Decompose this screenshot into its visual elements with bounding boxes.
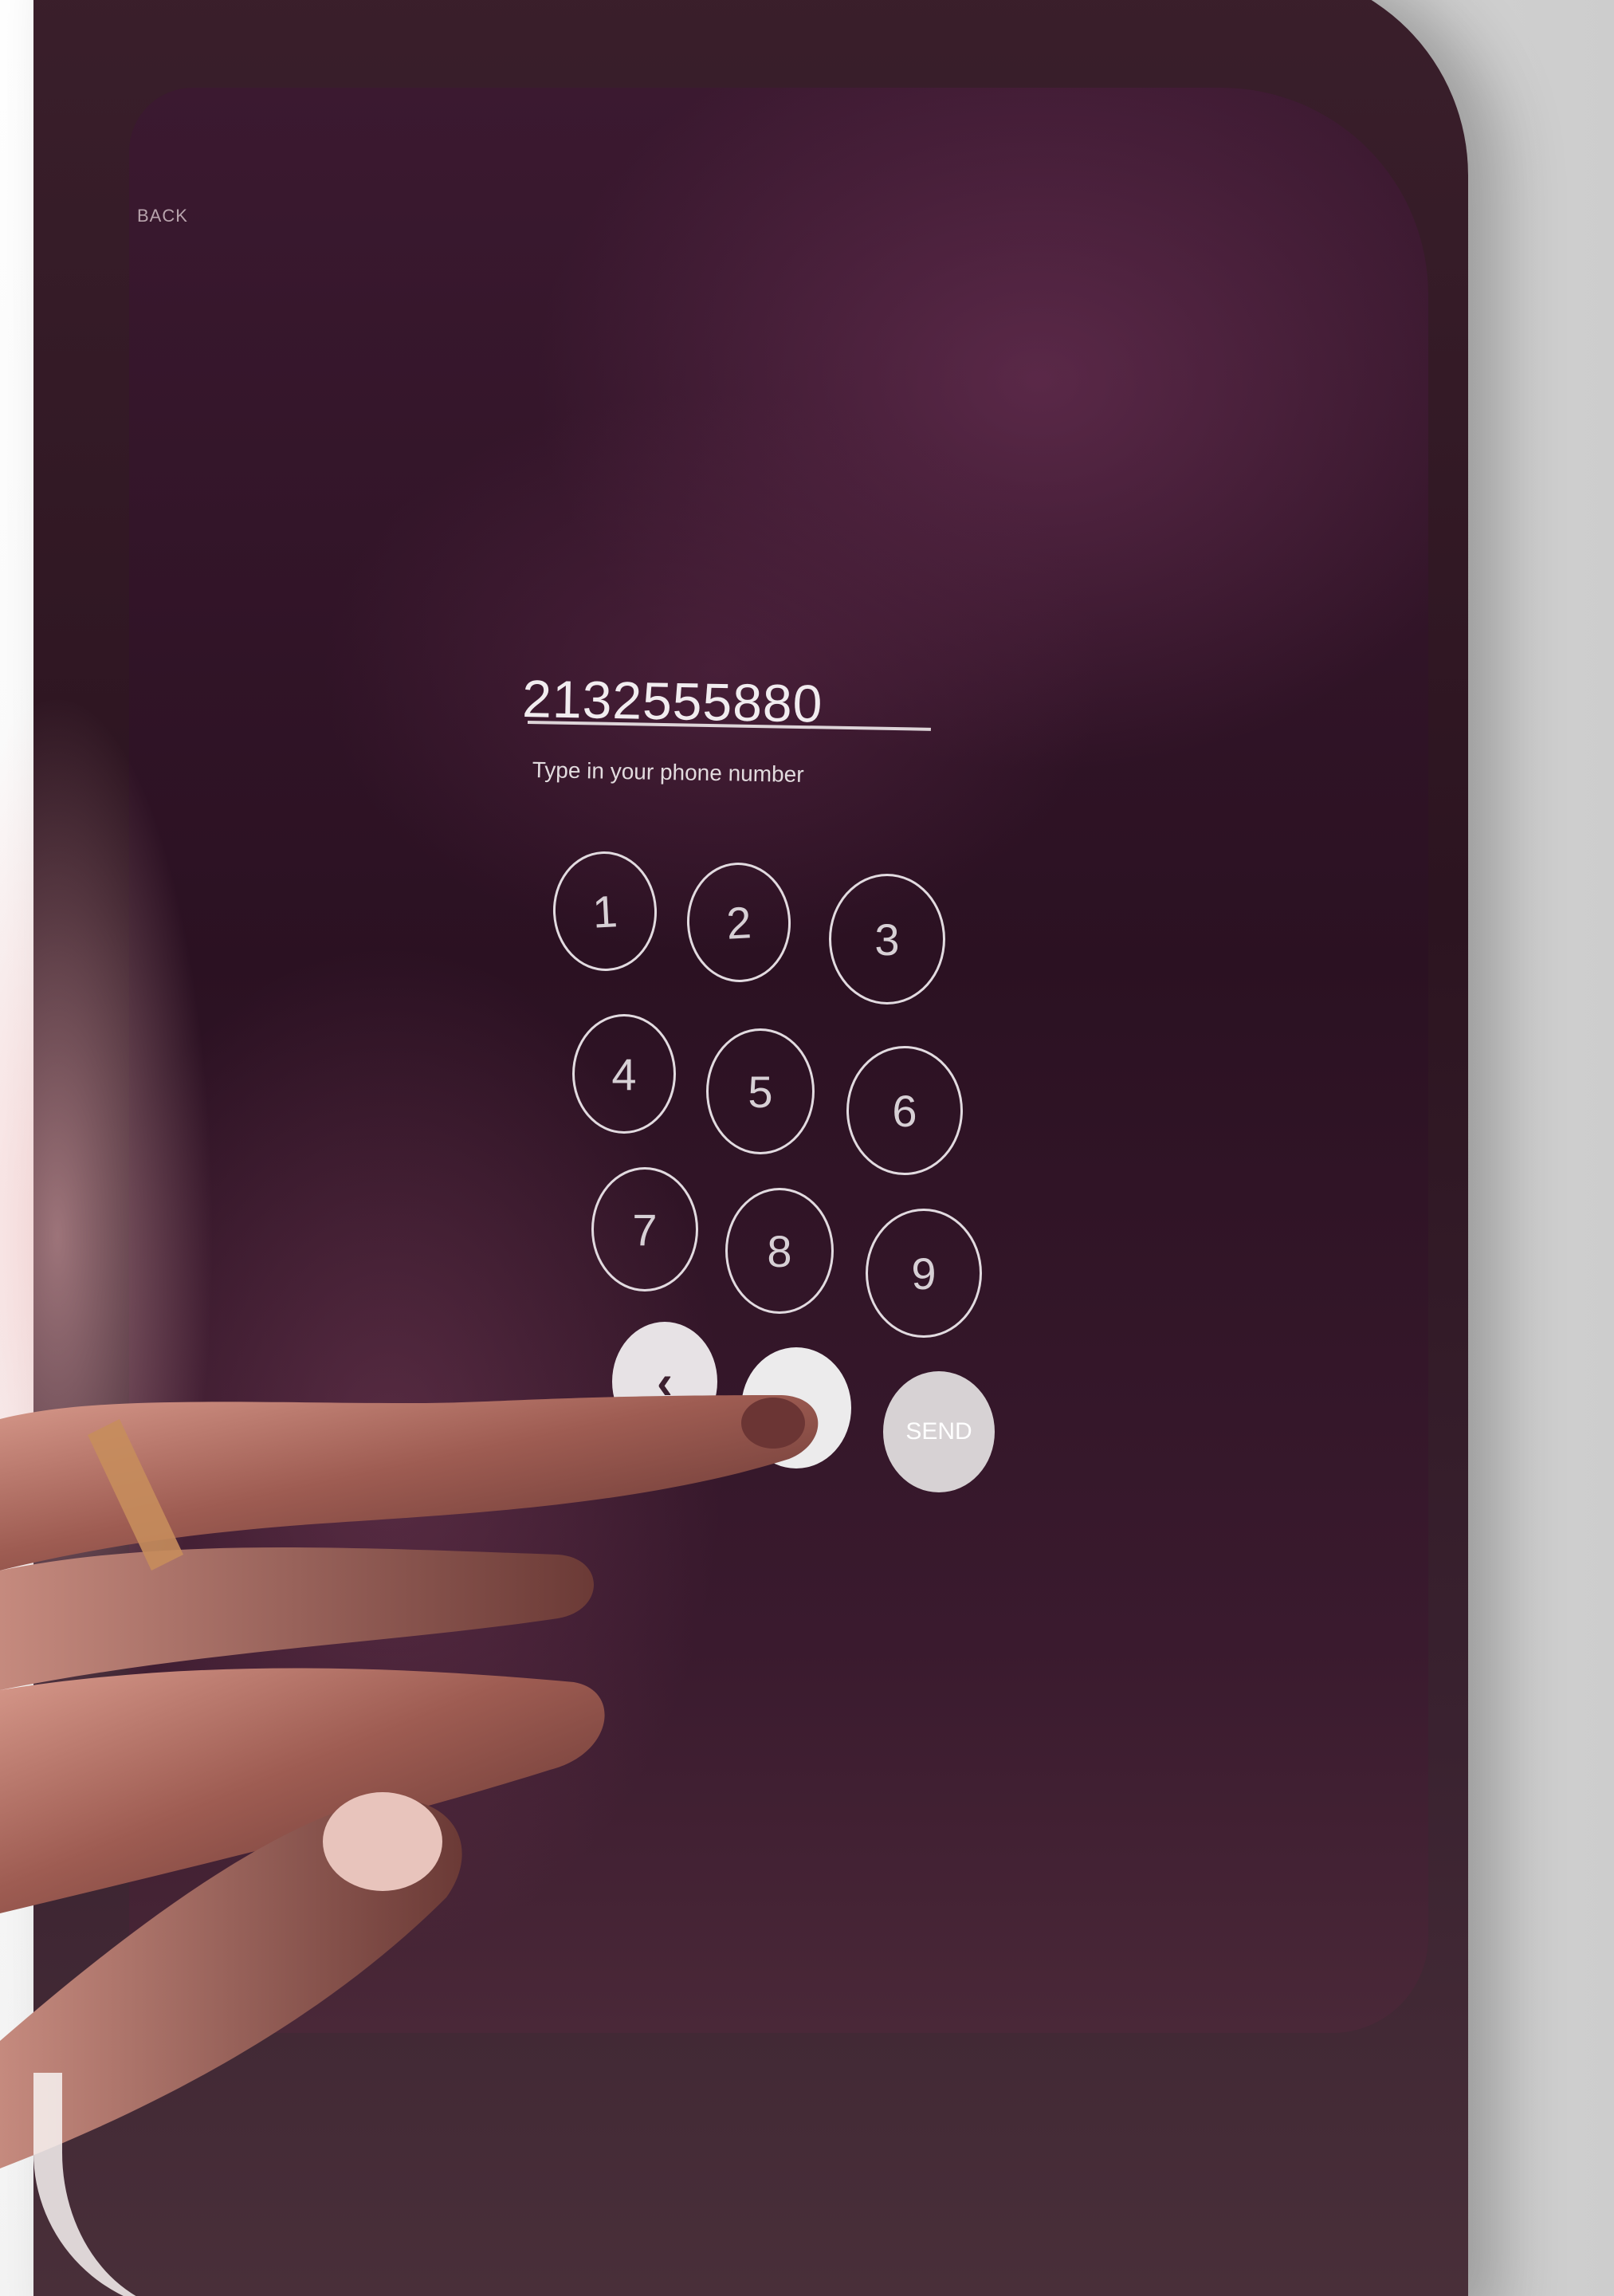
keypad-key-7[interactable]: 7 (591, 1167, 698, 1292)
kiosk-frame-edge (33, 2073, 365, 2296)
fingernail (741, 1398, 805, 1449)
phone-input-hint: Type in your phone number (532, 757, 804, 787)
keypad-key-5[interactable]: 5 (706, 1028, 815, 1154)
keypad-key-9[interactable]: 9 (866, 1209, 982, 1338)
keypad-key-6[interactable]: 6 (846, 1046, 963, 1175)
keypad-key-3[interactable]: 3 (829, 874, 945, 1005)
send-button[interactable]: SEND (883, 1371, 995, 1492)
photo-scene: BACK 2132555880 Type in your phone numbe… (0, 0, 1614, 2296)
back-link[interactable]: BACK (137, 206, 188, 226)
keypad-key-8[interactable]: 8 (725, 1188, 834, 1314)
thumbnail (323, 1792, 442, 1891)
keypad-key-4[interactable]: 4 (572, 1014, 676, 1134)
